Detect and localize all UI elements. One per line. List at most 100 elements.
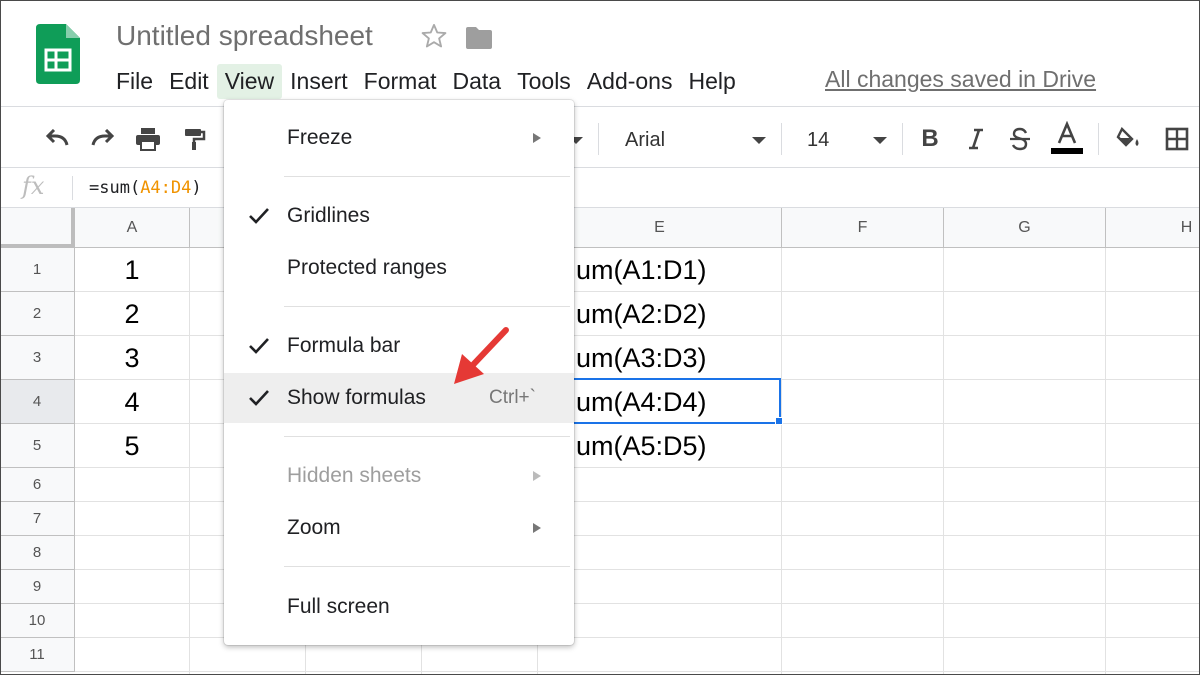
view-menu-dropdown: Freeze Gridlines Protected ranges Formul…: [224, 100, 574, 645]
undo-icon[interactable]: [44, 127, 72, 151]
menu-item-gridlines[interactable]: Gridlines: [224, 193, 574, 239]
check-icon: [248, 335, 270, 357]
gridline: [1105, 248, 1106, 675]
row-header[interactable]: 3: [0, 336, 75, 380]
menu-item-label: Zoom: [287, 516, 341, 539]
strikethrough-icon[interactable]: [1006, 127, 1034, 151]
column-header-a[interactable]: A: [75, 208, 190, 248]
cell-e3[interactable]: um(A3:D3): [576, 336, 707, 380]
cell-a2[interactable]: 2: [75, 292, 189, 336]
menu-view[interactable]: View: [216, 63, 283, 99]
row-header[interactable]: 2: [0, 292, 75, 336]
menu-item-label: Gridlines: [287, 204, 370, 227]
fx-icon: fx: [22, 172, 45, 200]
save-status-link[interactable]: All changes saved in Drive: [825, 66, 1096, 93]
menu-item-label: Full screen: [287, 595, 390, 618]
formula-input[interactable]: =sum(A4:D4): [89, 178, 202, 198]
font-family-caret-icon[interactable]: [752, 137, 766, 144]
formula-prefix: =sum(: [89, 178, 141, 198]
redo-icon[interactable]: [88, 127, 116, 151]
formula-range-ref: A4:D4: [140, 178, 192, 198]
sheets-logo-icon[interactable]: [36, 24, 80, 84]
row-header[interactable]: 6: [0, 468, 75, 502]
toolbar-divider: [781, 123, 782, 155]
formula-bar-divider: [72, 176, 73, 200]
toolbar-divider: [902, 123, 903, 155]
submenu-arrow-icon: [533, 471, 541, 481]
menu-insert[interactable]: Insert: [282, 64, 356, 99]
cell-a3[interactable]: 3: [75, 336, 189, 380]
row-header[interactable]: 10: [0, 604, 75, 638]
toolbar-divider: [1098, 123, 1099, 155]
row-header[interactable]: 8: [0, 536, 75, 570]
spreadsheet-grid[interactable]: A E F G H 1 2 3 4 5 6 7 8 9 10 11 1 2 3 …: [0, 208, 1200, 675]
toolbar: Arial 14 B: [0, 106, 1200, 168]
column-header-e[interactable]: E: [538, 208, 782, 248]
gridline: [781, 248, 782, 675]
bold-icon[interactable]: B: [916, 125, 944, 152]
submenu-arrow-icon: [533, 523, 541, 533]
column-header-h[interactable]: H: [1106, 208, 1200, 248]
menu-item-label: Show formulas: [287, 386, 426, 409]
column-header-g[interactable]: G: [944, 208, 1106, 248]
font-size-select[interactable]: 14: [807, 129, 829, 152]
italic-icon[interactable]: [962, 127, 990, 151]
gridline: [943, 248, 944, 675]
menu-item-formula-bar[interactable]: Formula bar: [224, 323, 574, 369]
check-icon: [248, 205, 270, 227]
menu-item-label: Formula bar: [287, 334, 401, 357]
row-header[interactable]: 9: [0, 570, 75, 604]
row-header[interactable]: 5: [0, 424, 75, 468]
cell-e1[interactable]: um(A1:D1): [576, 248, 707, 292]
cell-a5[interactable]: 5: [75, 424, 189, 468]
menu-tools[interactable]: Tools: [509, 64, 579, 99]
fill-handle[interactable]: [775, 417, 783, 425]
cell-a1[interactable]: 1: [75, 248, 189, 292]
select-all-corner[interactable]: [0, 208, 75, 248]
cell-a4[interactable]: 4: [75, 380, 189, 424]
row-header[interactable]: 1: [0, 248, 75, 292]
document-title[interactable]: Untitled spreadsheet: [116, 20, 373, 52]
menu-edit[interactable]: Edit: [161, 64, 217, 99]
formula-bar: fx =sum(A4:D4): [0, 168, 1200, 208]
menu-separator: [284, 566, 570, 567]
menu-item-zoom[interactable]: Zoom: [224, 505, 574, 551]
submenu-arrow-icon: [533, 133, 541, 143]
menu-item-label: Protected ranges: [287, 256, 447, 279]
menu-item-label: Freeze: [287, 126, 353, 149]
paint-format-icon[interactable]: [180, 127, 208, 151]
star-icon[interactable]: [420, 22, 448, 50]
menu-help[interactable]: Help: [680, 64, 743, 99]
formula-suffix: ): [191, 178, 202, 198]
text-color-icon[interactable]: [1050, 121, 1084, 155]
toolbar-divider: [598, 123, 599, 155]
borders-icon[interactable]: [1163, 127, 1191, 151]
cell-e5[interactable]: um(A5:D5): [576, 424, 707, 468]
cell-e2[interactable]: um(A2:D2): [576, 292, 707, 336]
menu-item-show-formulas[interactable]: Show formulas Ctrl+`: [224, 373, 574, 423]
menu-item-freeze[interactable]: Freeze: [224, 115, 574, 161]
check-icon: [248, 387, 270, 409]
row-header-selected[interactable]: 4: [0, 380, 75, 424]
row-header[interactable]: 11: [0, 638, 75, 672]
menu-add-ons[interactable]: Add-ons: [579, 64, 681, 99]
menu-item-protected-ranges[interactable]: Protected ranges: [224, 245, 574, 291]
menu-bar: File Edit View Insert Format Data Tools …: [108, 62, 744, 100]
print-icon[interactable]: [134, 127, 162, 151]
menu-separator: [284, 176, 570, 177]
gridline: [75, 671, 1200, 672]
row-header[interactable]: 7: [0, 502, 75, 536]
font-family-select[interactable]: Arial: [625, 129, 665, 152]
menu-separator: [284, 306, 570, 307]
gridline: [189, 248, 190, 675]
menu-format[interactable]: Format: [356, 64, 445, 99]
menu-file[interactable]: File: [108, 64, 161, 99]
menu-separator: [284, 436, 570, 437]
menu-item-full-screen[interactable]: Full screen: [224, 584, 574, 630]
fill-color-icon[interactable]: [1115, 127, 1143, 151]
column-header-f[interactable]: F: [782, 208, 944, 248]
menu-data[interactable]: Data: [445, 64, 510, 99]
folder-icon[interactable]: [465, 26, 493, 50]
font-size-caret-icon[interactable]: [873, 137, 887, 144]
annotation-arrow-icon: [454, 327, 509, 384]
